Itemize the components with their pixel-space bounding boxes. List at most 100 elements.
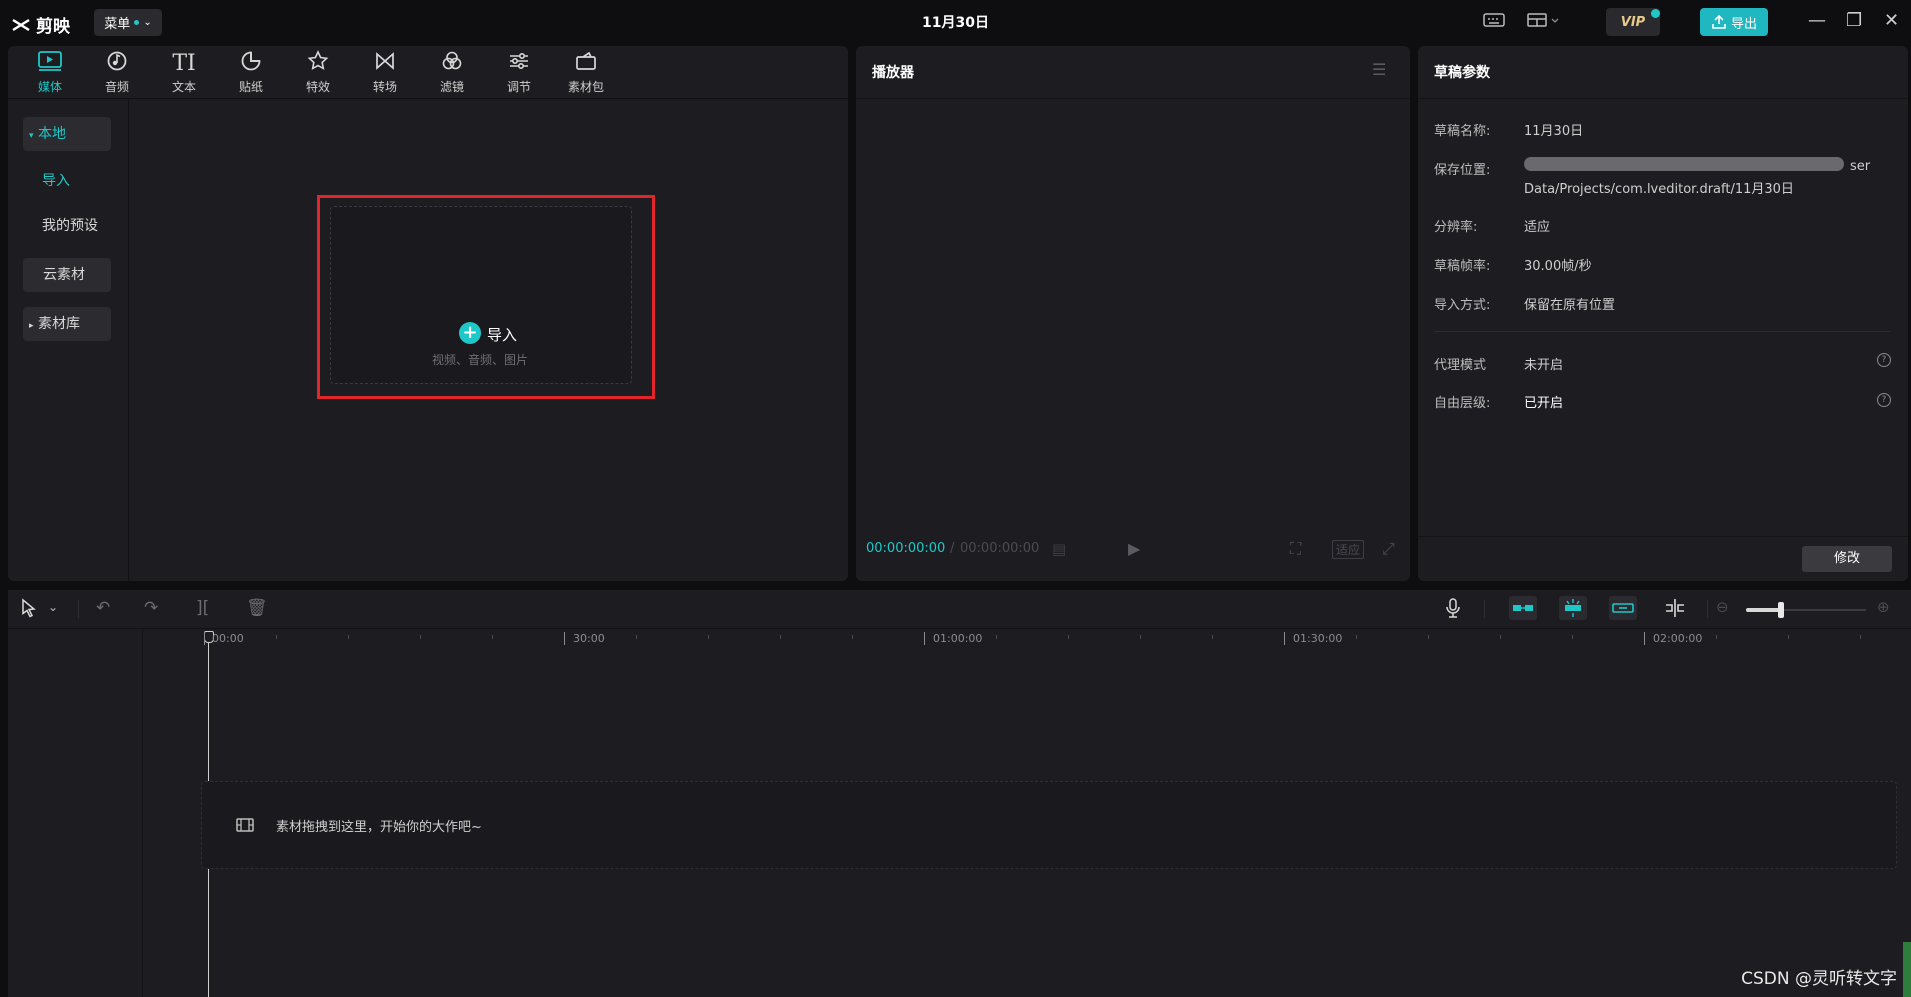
param-value-free-layer: 已开启 — [1524, 396, 1564, 411]
player-panel: 播放器 ☰ 00:00:00:00 / 00:00:00:00 ▤ ▶ ⛶ 适应… — [856, 46, 1410, 581]
divider — [1434, 331, 1890, 332]
keyboard-icon[interactable] — [1483, 12, 1505, 32]
param-value-location: Data/Projects/com.lveditor.draft/11月30日 — [1524, 182, 1794, 197]
fit-ratio-button[interactable]: 适应 — [1332, 540, 1365, 559]
current-time: 00:00:00:00 — [866, 541, 946, 556]
tab-media[interactable]: 媒体 — [22, 50, 78, 95]
undo-icon[interactable]: ↶ — [96, 598, 110, 618]
divider — [1418, 536, 1908, 537]
tab-adjust[interactable]: 调节 — [491, 50, 547, 95]
microphone-icon[interactable] — [1445, 598, 1461, 623]
param-value-import-mode: 保留在原有位置 — [1524, 298, 1616, 313]
track-header-column — [8, 629, 143, 997]
tab-text[interactable]: TI 文本 — [156, 50, 212, 95]
player-title: 播放器 — [872, 65, 914, 81]
param-label-framerate: 草稿帧率: — [1434, 259, 1491, 274]
sidebar-item-local[interactable]: ▾ 本地 — [23, 117, 111, 151]
timecode-grid-icon[interactable]: ▤ — [1052, 540, 1066, 558]
layout-icon[interactable] — [1527, 12, 1561, 32]
vip-dot — [1651, 9, 1660, 18]
zoom-out-icon[interactable]: ⊖ — [1716, 598, 1729, 616]
close-icon[interactable]: ✕ — [1884, 10, 1899, 31]
delete-icon[interactable]: 🗑 — [246, 598, 268, 618]
divider — [142, 629, 143, 997]
media-sidebar: ▾ 本地 导入 我的预设 云素材 ▸ 素材库 — [8, 99, 129, 581]
caret-right-icon: ▸ — [29, 321, 34, 331]
total-time: 00:00:00:00 — [960, 541, 1040, 556]
param-label-name: 草稿名称: — [1434, 124, 1491, 139]
scrollbar-edge[interactable] — [1903, 942, 1911, 997]
divider — [856, 98, 1410, 99]
drop-hint: 素材拖拽到这里，开始你的大作吧~ — [276, 820, 482, 835]
redo-icon[interactable]: ↷ — [144, 598, 158, 618]
import-hint: 视频、音频、图片 — [431, 353, 528, 367]
tick-label: 00:00 — [212, 632, 244, 645]
linkage-icon[interactable] — [1609, 596, 1637, 620]
draft-params-panel: 草稿参数 草稿名称: 11月30日 保存位置: ser Data/Project… — [1418, 46, 1908, 581]
sidebar-item-cloud[interactable]: 云素材 — [23, 258, 111, 292]
import-label[interactable]: 导入 — [487, 324, 517, 345]
preview-axis-icon[interactable] — [1664, 598, 1686, 623]
tab-filter[interactable]: 滤镜 — [424, 50, 480, 95]
divider — [1418, 98, 1908, 99]
filter-icon — [424, 50, 480, 78]
zoom-slider-fill — [1746, 608, 1780, 612]
split-icon[interactable]: ][ — [196, 598, 209, 618]
zoom-slider-thumb[interactable] — [1778, 602, 1784, 618]
tick-label: 02:00:00 — [1653, 632, 1703, 645]
restore-icon[interactable]: ❐ — [1846, 10, 1862, 31]
asset-toolbar: 媒体 音频 TI 文本 贴纸 特效 转场 滤镜 调节 素材包 — [8, 46, 848, 99]
sidebar-item-import[interactable]: 导入 — [42, 164, 130, 198]
media-icon — [22, 50, 78, 78]
main-track-magnet-icon[interactable] — [1509, 596, 1537, 620]
param-value-location-tail: ser — [1850, 159, 1871, 174]
help-icon[interactable]: ? — [1877, 353, 1891, 367]
param-label-location: 保存位置: — [1434, 163, 1491, 178]
param-value-name: 11月30日 — [1524, 124, 1584, 139]
sidebar-item-library[interactable]: ▸ 素材库 — [23, 307, 111, 341]
title-bar: 剪映 菜单 ⌄ 11月30日 VIP 导出 — ❐ ✕ — [0, 0, 1911, 44]
divider — [78, 600, 79, 618]
time-ruler[interactable] — [204, 629, 1904, 651]
caret-down-icon: ▾ — [29, 131, 34, 141]
param-label-free-layer: 自由层级: — [1434, 396, 1491, 411]
select-tool-icon[interactable] — [20, 598, 38, 623]
hamburger-menu-icon[interactable]: ☰ — [1372, 60, 1386, 79]
audio-icon — [89, 50, 145, 78]
upload-icon — [1712, 14, 1726, 29]
redacted-path — [1524, 157, 1844, 171]
export-label: 导出 — [1730, 16, 1757, 32]
timeline-toolbar: ⌄ ↶ ↷ ][ 🗑 ⊖ ⊕ — [8, 590, 1911, 629]
auto-snap-icon[interactable] — [1559, 596, 1587, 620]
tab-package[interactable]: 素材包 — [558, 50, 614, 95]
tab-effects[interactable]: 特效 — [290, 50, 346, 95]
export-button[interactable]: 导出 — [1700, 8, 1768, 36]
adjust-icon — [491, 50, 547, 78]
package-icon — [558, 50, 614, 78]
modify-button[interactable]: 修改 — [1802, 546, 1892, 572]
sticker-icon — [223, 50, 279, 78]
tab-audio[interactable]: 音频 — [89, 50, 145, 95]
params-title: 草稿参数 — [1434, 65, 1490, 81]
tick-label: 01:00:00 — [933, 632, 983, 645]
tick-label: 01:30:00 — [1293, 632, 1343, 645]
screenshot-icon[interactable]: ⛶ — [1290, 539, 1301, 559]
watermark: CSDN @灵听转文字 — [1741, 969, 1897, 989]
chevron-down-icon[interactable]: ⌄ — [48, 600, 58, 614]
tab-sticker[interactable]: 贴纸 — [223, 50, 279, 95]
film-icon — [236, 817, 254, 837]
fullscreen-icon[interactable]: ⤢ — [1382, 539, 1395, 559]
divider — [1484, 600, 1485, 618]
help-icon[interactable]: ? — [1877, 393, 1891, 407]
param-label-resolution: 分辨率: — [1434, 220, 1478, 235]
zoom-in-icon[interactable]: ⊕ — [1877, 598, 1890, 616]
param-label-import-mode: 导入方式: — [1434, 298, 1491, 313]
sidebar-item-presets[interactable]: 我的预设 — [42, 209, 130, 243]
play-icon[interactable]: ▶ — [1128, 539, 1140, 558]
minimize-icon[interactable]: — — [1808, 10, 1826, 31]
text-icon: TI — [172, 51, 196, 76]
plus-icon[interactable]: + — [459, 322, 481, 344]
tick-label: 30:00 — [573, 632, 605, 645]
param-label-proxy: 代理模式 — [1434, 358, 1487, 373]
tab-transition[interactable]: 转场 — [357, 50, 413, 95]
